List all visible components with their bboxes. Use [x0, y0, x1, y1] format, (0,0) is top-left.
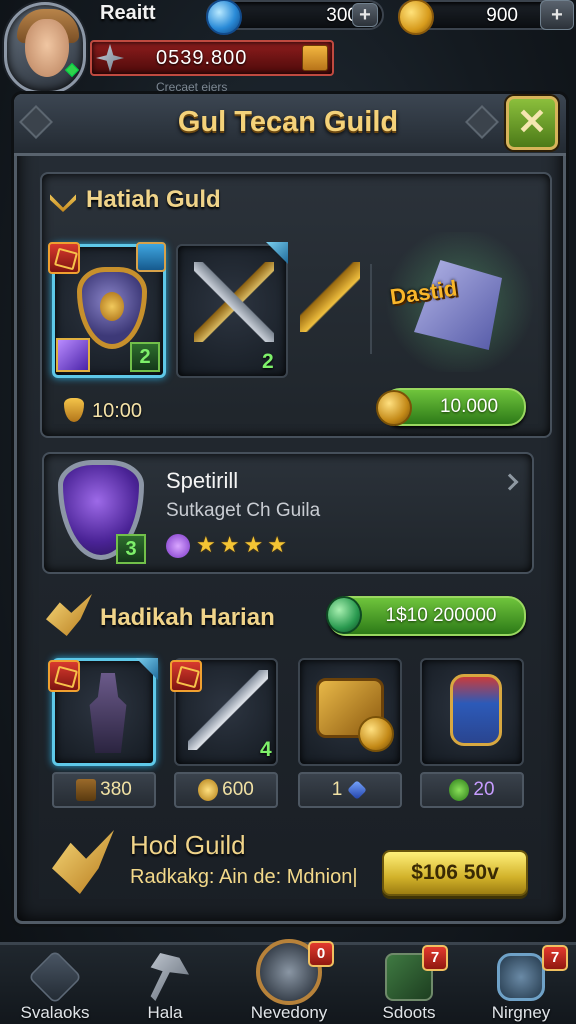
shield-icon — [77, 267, 147, 349]
avatar-face — [25, 19, 69, 77]
nav-label: Sdoots — [382, 1003, 436, 1022]
nav-badge: 7 — [542, 945, 568, 971]
swords-item-card[interactable]: 2 — [176, 244, 288, 378]
nav-item-nevedony[interactable]: 0 Nevedony — [234, 935, 344, 1022]
shop-buy-cost: 1$10 200000 — [385, 605, 497, 626]
shop-price-3-value: 1 — [331, 779, 343, 800]
nav-label: Nirgney — [491, 1003, 551, 1022]
close-button[interactable]: ✕ — [506, 96, 558, 150]
check-icon — [449, 778, 470, 801]
gem-icon — [206, 0, 242, 35]
shop-price-1: 380 — [52, 772, 156, 808]
nav-label: Hala — [147, 1003, 183, 1022]
sword-icon — [96, 44, 124, 72]
guild-upgrade-cost: 10.000 — [439, 396, 499, 417]
crossed-swords-icon — [194, 262, 274, 342]
axe-icon — [150, 953, 189, 1001]
shop-price-1-value: 380 — [100, 779, 132, 800]
star-icon: ★ — [243, 532, 264, 557]
shop-price-4-value: 20 — [473, 779, 495, 800]
knight-icon — [89, 673, 127, 753]
shop-price-2-value: 600 — [222, 779, 254, 800]
potion-jar-icon — [450, 674, 502, 746]
dagger-icon[interactable] — [300, 262, 360, 332]
shield-swords-icon — [497, 953, 545, 1001]
hod-guild-title: Hod Guild — [130, 830, 246, 860]
gold-counter: 900 + — [398, 0, 574, 35]
blue-gem-icon — [347, 780, 368, 800]
gem-counter: 300 + — [206, 0, 384, 35]
ticker-text: Crecaet eiers — [156, 80, 228, 94]
rank-badge-icon — [170, 660, 202, 692]
diamond-icon — [27, 949, 83, 1005]
add-gold-button[interactable]: + — [540, 0, 574, 30]
power-value: 0539.800 — [156, 47, 248, 69]
star-icon: ★ — [267, 532, 287, 557]
shop-price-4: 20 — [420, 772, 524, 808]
nav-badge: 0 — [308, 941, 334, 967]
hod-guild-subtitle: Radkakg: Ain de: Mdnion| — [130, 866, 358, 888]
specialty-subtitle: Sutkaget Ch Guila — [166, 500, 321, 521]
shop-item-potion[interactable] — [420, 658, 524, 766]
avatar-gem-icon — [64, 62, 80, 78]
coin-icon — [376, 390, 412, 426]
power-bar: 0539.800 — [90, 40, 334, 76]
chest-icon — [136, 242, 166, 272]
edit-tag-icon[interactable] — [302, 45, 328, 71]
bottom-nav: Svalaoks Hala 0 Nevedony 7 Sdoots 7 Nirg… — [0, 939, 576, 1024]
hod-guild-button[interactable]: $106 50v — [382, 850, 528, 896]
shop-price-3: 1 — [298, 772, 402, 808]
green-orb-icon — [326, 596, 362, 634]
player-avatar[interactable] — [4, 2, 86, 94]
gem-value: 300 — [326, 5, 358, 26]
nav-item-sdoots[interactable]: 7 Sdoots — [354, 945, 464, 1024]
add-gems-button[interactable]: + — [352, 3, 378, 27]
nav-label: Svalaoks — [20, 1003, 90, 1022]
panel-title: Gul Tecan Guild — [177, 106, 399, 138]
guild-section-title: Hatiah Guld — [86, 186, 221, 213]
item-level-label: 4 — [260, 738, 272, 761]
star-rating: ★ ★ ★ ★ — [196, 534, 326, 560]
shop-item-chest[interactable] — [298, 658, 402, 766]
item-level-badge: 2 — [130, 342, 160, 372]
nav-item-hala[interactable]: Hala — [110, 945, 220, 1024]
gold-value: 900 — [486, 5, 518, 26]
specialty-level-badge: 3 — [116, 534, 146, 564]
rank-badge-icon — [48, 242, 80, 274]
specialty-title: Spetirill — [166, 468, 239, 493]
nav-badge: 7 — [422, 945, 448, 971]
rank-badge-icon — [48, 660, 80, 692]
nav-label: Nevedony — [250, 1003, 328, 1022]
nav-item-svalaoks[interactable]: Svalaoks — [0, 945, 110, 1024]
guild-cost-left: 10:00 — [92, 400, 143, 422]
divider — [370, 264, 372, 354]
book-icon — [76, 778, 97, 801]
star-icon: ★ — [219, 532, 240, 557]
coin-icon — [198, 778, 219, 801]
star-icon: ★ — [196, 532, 216, 557]
rune-icon — [56, 338, 90, 372]
player-name: Reaitt — [100, 2, 156, 24]
shop-section-title: Hadikah Harian — [100, 604, 275, 631]
flower-icon — [166, 534, 190, 558]
nav-item-nirgney[interactable]: 7 Nirgney — [466, 945, 576, 1024]
shop-price-2: 600 — [174, 772, 278, 808]
item-level-label: 2 — [262, 350, 274, 373]
coin-icon — [358, 716, 394, 752]
